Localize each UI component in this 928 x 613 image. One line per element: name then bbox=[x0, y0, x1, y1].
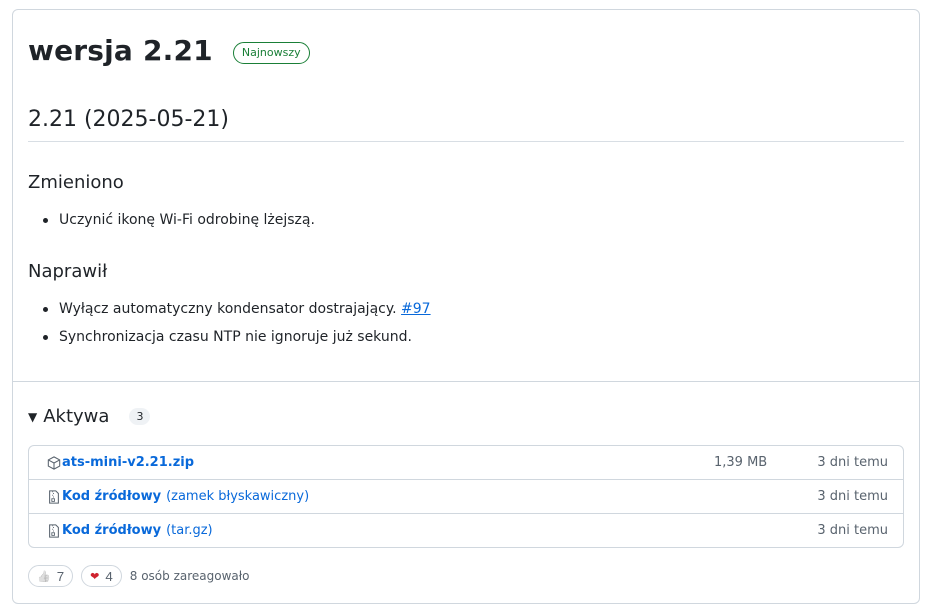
asset-size: 1,39 MB bbox=[714, 455, 768, 470]
asset-link[interactable]: Kod źródłowy (tar.gz) bbox=[47, 514, 213, 547]
reactions-bar: 👍 7 ❤ 4 8 osób zareagowało bbox=[28, 565, 250, 587]
asset-name: Kod źródłowy bbox=[62, 523, 162, 538]
bullet-icon bbox=[43, 335, 48, 340]
reaction-count: 7 bbox=[56, 568, 65, 584]
release-card: wersja 2.21 Najnowszy 2.21 (2025-05-21) … bbox=[12, 9, 920, 604]
fixed-list: Wyłącz automatyczny kondensator dostraja… bbox=[43, 298, 431, 354]
assets-toggle[interactable]: ▼ Aktywa 3 bbox=[28, 406, 151, 427]
asset-name: Kod źródłowy bbox=[62, 489, 162, 504]
asset-format: (zamek błyskawiczny) bbox=[166, 489, 310, 504]
fixed-item-text: Synchronizacja czasu NTP nie ignoruje ju… bbox=[59, 329, 412, 345]
file-zip-icon bbox=[49, 489, 59, 504]
reaction-count: 4 bbox=[105, 568, 113, 584]
bullet-icon bbox=[43, 307, 48, 312]
package-icon bbox=[47, 455, 61, 470]
issue-link[interactable]: #97 bbox=[401, 301, 431, 317]
heart-icon: ❤ bbox=[90, 570, 100, 583]
asset-date: 3 dni temu bbox=[817, 523, 888, 538]
asset-name: ats-mini-v2.21.zip bbox=[62, 455, 195, 470]
asset-link[interactable]: Kod źródłowy (zamek błyskawiczny) bbox=[47, 480, 309, 513]
version-heading-rule bbox=[28, 141, 904, 142]
version-heading: 2.21 (2025-05-21) bbox=[28, 107, 229, 132]
assets-title: Aktywa bbox=[43, 406, 110, 427]
thumbs-up-icon: 👍 bbox=[37, 570, 51, 583]
asset-row: Kod źródłowy (zamek błyskawiczny) 3 dni … bbox=[29, 479, 903, 513]
file-zip-icon bbox=[49, 523, 59, 538]
section-divider bbox=[13, 381, 919, 382]
heart-reaction[interactable]: ❤ 4 bbox=[81, 565, 122, 587]
assets-count-badge: 3 bbox=[129, 408, 151, 425]
list-item: Synchronizacja czasu NTP nie ignoruje ju… bbox=[43, 326, 431, 354]
asset-row: Kod źródłowy (tar.gz) 3 dni temu bbox=[29, 513, 903, 547]
caret-down-icon: ▼ bbox=[28, 409, 38, 424]
assets-list: ats-mini-v2.21.zip 1,39 MB 3 dni temu Ko… bbox=[28, 445, 904, 548]
reaction-summary: 8 osób zareagowało bbox=[129, 569, 250, 583]
asset-format: (tar.gz) bbox=[166, 523, 213, 538]
asset-row: ats-mini-v2.21.zip 1,39 MB 3 dni temu bbox=[29, 446, 903, 479]
fixed-heading: Naprawił bbox=[28, 261, 108, 282]
fixed-item-text: Wyłącz automatyczny kondensator dostraja… bbox=[59, 301, 397, 317]
release-title[interactable]: wersja 2.21 bbox=[28, 34, 213, 67]
release-title-row: wersja 2.21 Najnowszy bbox=[28, 34, 310, 67]
asset-link[interactable]: ats-mini-v2.21.zip bbox=[47, 446, 194, 479]
changed-heading: Zmieniono bbox=[28, 172, 124, 193]
bullet-icon bbox=[43, 218, 48, 223]
asset-date: 3 dni temu bbox=[817, 455, 888, 470]
latest-badge: Najnowszy bbox=[232, 41, 310, 64]
thumbs-up-reaction[interactable]: 👍 7 bbox=[28, 565, 74, 587]
list-item: Uczynić ikonę Wi-Fi odrobinę lżejszą. bbox=[43, 209, 315, 237]
asset-date: 3 dni temu bbox=[817, 489, 888, 504]
changed-item-text: Uczynić ikonę Wi-Fi odrobinę lżejszą. bbox=[59, 212, 315, 228]
list-item: Wyłącz automatyczny kondensator dostraja… bbox=[43, 298, 431, 326]
changed-list: Uczynić ikonę Wi-Fi odrobinę lżejszą. bbox=[43, 209, 315, 237]
